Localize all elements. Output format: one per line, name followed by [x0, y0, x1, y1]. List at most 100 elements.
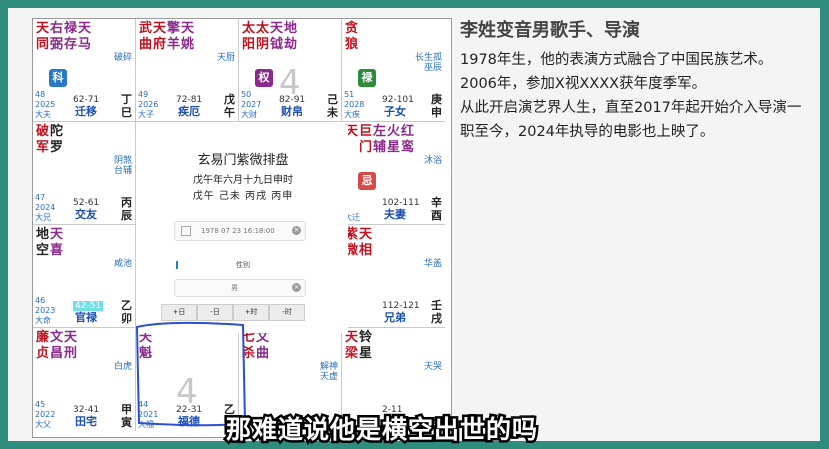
star-2: 右弼 [50, 21, 64, 52]
star-1: 武曲 [139, 21, 153, 52]
earthly-branch: 丙辰 [121, 196, 132, 222]
sihua-badge: 禄 [358, 69, 376, 87]
cell-stars: 太阳太阴天钺地劫 [242, 21, 298, 53]
palace-cell-wu[interactable]: 武曲天府擎羊天姚 天厨 72-81 疾厄 49 2026 大子 戊午 [136, 19, 239, 122]
minor-stars: 华盖 [423, 259, 442, 269]
star-2: 文曲 [256, 330, 270, 361]
star-4: 天马 [78, 21, 92, 52]
year-info: 48 2025 大夫 [35, 90, 56, 119]
star-1: 破军 [36, 124, 50, 155]
article-title: 李姓变音男歌手、导演 [460, 20, 640, 41]
star-3: 禄存 [64, 21, 78, 52]
minor-stars: 长生孤巫辰 [414, 53, 442, 73]
earthly-branch: 戊午 [224, 93, 235, 119]
article-paragraph-2: 2006年，参加X视XXXX获年度季军。 [460, 76, 707, 92]
cell-stars: 破军陀罗 [36, 124, 64, 156]
palace-cell-mao[interactable]: 地空天喜 咸池 42-51 官禄 46 2023 大命 乙卯 [33, 225, 136, 328]
minor-stars: 天厨 [216, 53, 235, 63]
palace-cell-wei[interactable]: 太阳太阴天钺地劫 权 4 82-91 财帛 50 2027 大财 己未 [239, 19, 342, 122]
year-info: 49 2026 大子 [138, 90, 159, 119]
content-frame: 天同右弼禄存天马 科 破碎 62-71 迁移 48 2025 大夫 丁巳 武曲天府擎… [8, 8, 820, 441]
star-5: 红鸾 [401, 124, 415, 155]
star-1: 贪狼 [345, 21, 359, 52]
gender-value: 男 [231, 284, 238, 292]
star-2: 陀罗 [50, 124, 64, 155]
palace-name: 夫妻 [384, 208, 406, 221]
article-paragraph-1: 1978年生，他的表演方式融合了中国民族艺术。 [460, 52, 773, 68]
sihua-badge: 权 [255, 69, 273, 87]
star-1: 天同 [36, 21, 50, 52]
star-1: 廉贞 [36, 330, 50, 361]
palace-name: 疾厄 [178, 105, 200, 118]
sihua-badge: 忌 [358, 172, 376, 190]
gender-select[interactable]: 男 × [174, 279, 306, 297]
earthly-branch: 乙卯 [121, 299, 132, 325]
palace-cell-si[interactable]: 天同右弼禄存天马 科 破碎 62-71 迁移 48 2025 大夫 丁巳 [33, 19, 136, 122]
clear-icon[interactable]: × [292, 226, 301, 235]
earthly-branch: 辛酉 [431, 196, 442, 222]
cell-stars: 天巨门左辅火星红鸾 [345, 124, 415, 156]
year-info: 46 2023 大命 [35, 296, 56, 325]
ganzhi-line: 戊午 己未 丙戌 丙申 [192, 191, 294, 202]
earthly-branch: 己未 [327, 93, 338, 119]
star-1: 太阳 [242, 21, 256, 52]
star-2: 巨门 [359, 124, 373, 155]
cell-stars: 廉贞文昌天刑 [36, 330, 78, 362]
star-4: 地劫 [284, 21, 298, 52]
year-info: 45 2022 大父 [35, 400, 56, 429]
year-info: 51 2028 大疾 [344, 90, 365, 119]
year-info: 47 2024 大兄 [35, 193, 56, 222]
palace-cell-xu[interactable]: 紫微天相 华盖 112-121 兄弟 壬戌 [342, 225, 445, 328]
palace-cell-shen[interactable]: 贪狼 禄 长生孤巫辰 92-101 子女 51 2028 大疾 庚申 [342, 19, 445, 122]
cell-stars: 天梁铃星 [345, 330, 373, 362]
birth-datetime-value: 1978 07 23 16:18:00 [201, 227, 275, 235]
cell-stars: 紫微天相 [345, 227, 373, 259]
palace-name: 子女 [384, 105, 406, 118]
sihua-badge: 科 [49, 69, 67, 87]
palace-cell-you[interactable]: 天巨门左辅火星红鸾 忌 沐浴 102-111 夫妻 大迁 辛酉 [342, 122, 445, 225]
star-1: 地空 [36, 227, 50, 258]
star-2: 文昌 [50, 330, 64, 361]
palace-name: 田宅 [75, 415, 97, 428]
star-4: 火星 [387, 124, 401, 155]
minor-stars: 天哭 [423, 362, 442, 372]
time-adjust-buttons: +日 -日 +时 -时 [161, 299, 307, 321]
minor-stars: 阴煞台辅 [113, 156, 132, 176]
birth-datetime-input[interactable]: 1978 07 23 16:18:00 × [174, 221, 306, 241]
earthly-branch: 丁巳 [121, 93, 132, 119]
article-paragraph-3: 从此开启演艺界人生，直至2017年起开始介入导演一职至今，2024年执导的电影也… [460, 100, 802, 140]
clear-icon[interactable]: × [292, 283, 301, 292]
gender-label: 性别 [236, 261, 250, 269]
star-1: 天梁 [345, 330, 359, 361]
earthly-branch: 壬戌 [431, 299, 442, 325]
cell-stars: 武曲天府擎羊天姚 [139, 21, 195, 53]
minus-hour-button[interactable]: -时 [269, 304, 305, 321]
year-info: 50 2027 大财 [241, 90, 262, 119]
article-panel: 李姓变音男歌手、导演 1978年生，他的表演方式融合了中国民族艺术。 2006年… [460, 18, 812, 144]
chart-center-panel: 玄易门紫微排盘 戊午年六月十九日申时 戊午 己未 丙戌 丙申 1978 07 2… [138, 125, 348, 333]
palace-name: 财帛 [281, 105, 303, 118]
star-3: 天刑 [64, 330, 78, 361]
palace-name: 交友 [75, 208, 97, 221]
minor-stars: 破碎 [113, 53, 132, 63]
chart-title: 玄易门紫微排盘 [197, 153, 289, 168]
cell-stars: 地空天喜 [36, 227, 64, 259]
star-2: 天相 [359, 227, 373, 258]
earthly-branch: 庚申 [431, 93, 442, 119]
star-2: 铃星 [359, 330, 373, 361]
star-2: 天喜 [50, 227, 64, 258]
palace-name: 兄弟 [384, 311, 406, 324]
palace-cell-chen[interactable]: 破军陀罗 阴煞台辅 52-61 交友 47 2024 大兄 丙辰 [33, 122, 136, 225]
cell-stars: 天同右弼禄存天马 [36, 21, 92, 53]
palace-name: 迁移 [75, 105, 97, 118]
minor-stars: 白虎 [113, 362, 132, 372]
star-4: 天姚 [181, 21, 195, 52]
star-3: 左辅 [373, 124, 387, 155]
minor-stars: 解神天虚 [319, 362, 338, 382]
palace-cell-yin[interactable]: 廉贞文昌天刑 白虎 32-41 田宅 45 2022 大父 甲寅 [33, 328, 136, 431]
cell-stars: 贪狼 [345, 21, 359, 53]
calendar-icon [181, 226, 191, 236]
lunar-date: 戊午年六月十九日申时 [193, 175, 293, 186]
earthly-branch: 甲寅 [121, 403, 132, 429]
palace-name: 官禄 [75, 311, 97, 324]
